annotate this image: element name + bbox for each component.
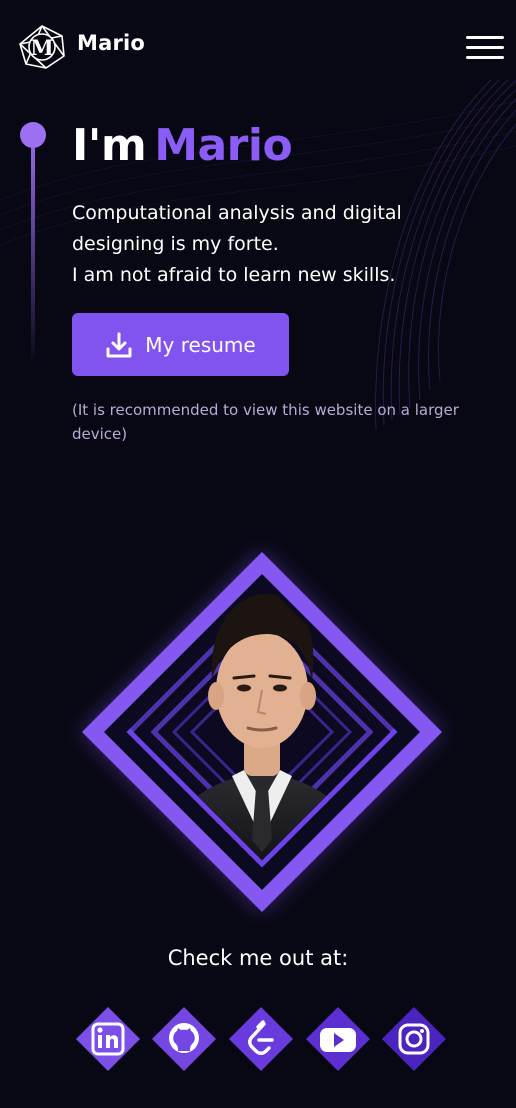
contact-heading: Check me out at:: [167, 946, 349, 970]
hero-title-name: Mario: [154, 120, 293, 171]
leetcode-icon: [229, 1007, 293, 1071]
header: M Mario: [0, 0, 516, 96]
youtube-link[interactable]: [305, 1006, 371, 1072]
hamburger-menu-icon[interactable]: [466, 36, 504, 60]
resume-button[interactable]: My resume: [72, 313, 289, 376]
github-icon: [152, 1007, 216, 1071]
linkedin-link[interactable]: [75, 1006, 141, 1072]
resume-button-label: My resume: [145, 332, 256, 357]
instagram-link[interactable]: [381, 1006, 447, 1072]
portrait-frame: [72, 540, 452, 920]
timeline-dot: [20, 122, 46, 148]
download-icon: [106, 332, 132, 357]
leetcode-link[interactable]: [228, 1006, 294, 1072]
linkedin-icon: [76, 1007, 140, 1071]
device-note: (It is recommended to view this website …: [72, 401, 459, 443]
logo-icon[interactable]: M: [18, 24, 66, 70]
youtube-icon: [306, 1007, 370, 1071]
hero-title-prefix: I'm: [72, 120, 147, 171]
tagline-line: I am not afraid to learn new skills.: [72, 264, 396, 286]
hero-title: I'm Mario: [72, 120, 293, 171]
hero-tagline: Computational analysis and digital desig…: [72, 198, 492, 291]
github-link[interactable]: [151, 1006, 217, 1072]
profile-photo: [122, 580, 402, 860]
page: M Mario I'm Mario Computational analysis …: [0, 0, 516, 1108]
timeline-line: [31, 134, 35, 364]
brand-name[interactable]: Mario: [77, 31, 145, 55]
tagline-line: designing is my forte.: [72, 233, 279, 255]
portrait-graphic: [82, 552, 442, 912]
instagram-icon: [382, 1007, 446, 1071]
tagline-line: Computational analysis and digital: [72, 202, 402, 224]
logo-letter: M: [30, 35, 53, 60]
